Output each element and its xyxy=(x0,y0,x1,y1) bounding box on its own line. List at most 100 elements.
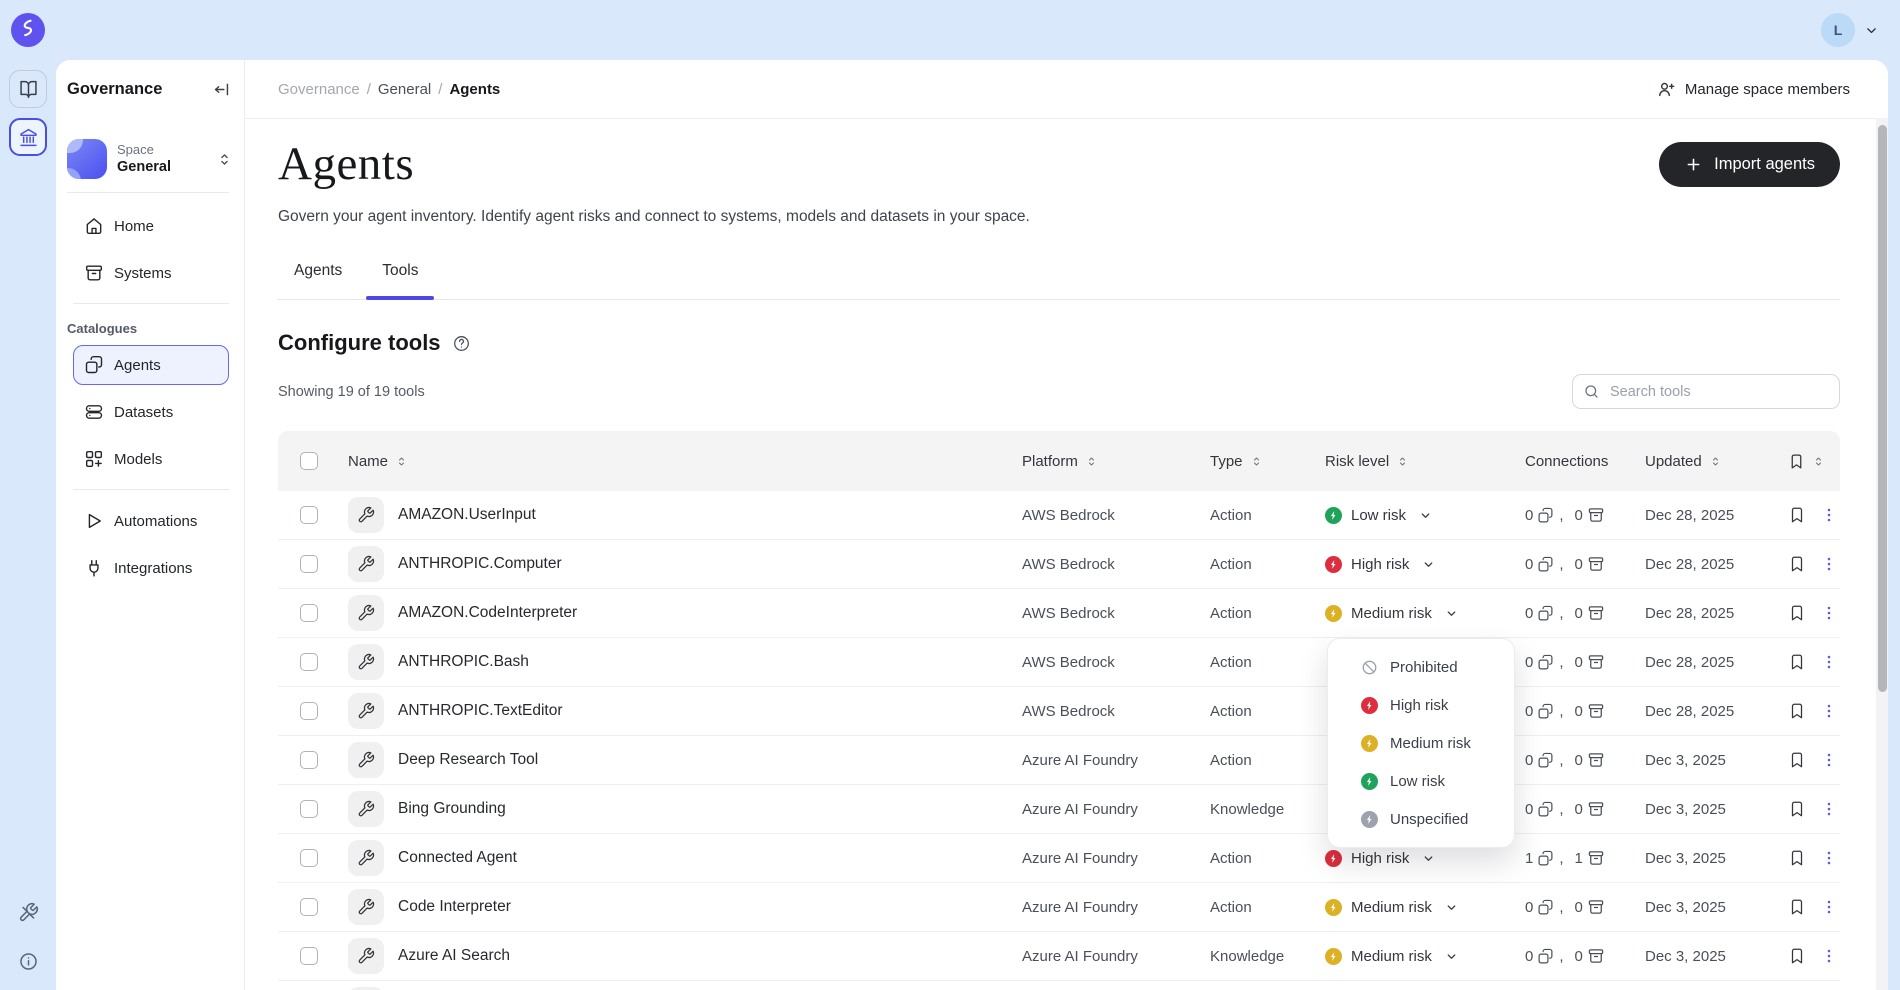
rail-bank-button[interactable] xyxy=(9,118,47,156)
row-menu-button[interactable] xyxy=(1820,506,1838,524)
sidebar-item-automations[interactable]: Automations xyxy=(73,501,229,541)
row-menu-button[interactable] xyxy=(1820,800,1838,818)
bookmark-button[interactable] xyxy=(1788,555,1806,573)
risk-level-selector[interactable]: Medium risk xyxy=(1325,604,1459,622)
systems-connection-icon xyxy=(1587,604,1605,622)
search-icon xyxy=(1583,383,1600,400)
connections-systems-count: 0 xyxy=(1574,751,1583,769)
column-header-platform[interactable]: Platform xyxy=(1005,453,1195,470)
risk-option-medium[interactable]: Medium risk xyxy=(1328,724,1514,762)
connections-systems-count: 0 xyxy=(1574,947,1583,965)
column-header-bookmark[interactable] xyxy=(1755,453,1840,470)
row-menu-button[interactable] xyxy=(1820,555,1838,573)
scrollbar-thumb[interactable] xyxy=(1877,125,1887,692)
risk-level-label: Medium risk xyxy=(1351,898,1432,916)
select-all-checkbox[interactable] xyxy=(300,452,318,470)
column-header-risk-level[interactable]: Risk level xyxy=(1310,453,1505,470)
risk-option-low[interactable]: Low risk xyxy=(1328,762,1514,800)
connections-agents-count: 0 xyxy=(1525,751,1534,769)
manage-members-button[interactable]: Manage space members xyxy=(1657,80,1850,99)
sidebar-item-models[interactable]: Models xyxy=(73,439,229,479)
connections: 0,0 xyxy=(1505,751,1625,769)
tab-tools[interactable]: Tools xyxy=(366,262,435,300)
sidebar-item-agents[interactable]: Agents xyxy=(73,345,229,385)
row-menu-button[interactable] xyxy=(1820,898,1838,916)
help-icon[interactable] xyxy=(452,334,471,353)
risk-level-selector[interactable]: Medium risk xyxy=(1325,898,1459,916)
sidebar-item-integrations[interactable]: Integrations xyxy=(73,548,229,588)
tab-agents[interactable]: Agents xyxy=(278,262,358,300)
connections-agents-count: 0 xyxy=(1525,702,1534,720)
row-menu-button[interactable] xyxy=(1820,751,1838,769)
tool-icon-badge xyxy=(348,546,384,582)
risk-option-label: Unspecified xyxy=(1390,810,1469,828)
tool-name: ANTHROPIC.Bash xyxy=(398,653,529,670)
collapse-sidebar-button[interactable] xyxy=(212,80,231,99)
bookmark-button[interactable] xyxy=(1788,604,1806,622)
risk-option-unspecified[interactable]: Unspecified xyxy=(1328,800,1514,838)
rail-book-button[interactable] xyxy=(9,70,47,108)
row-checkbox[interactable] xyxy=(300,604,318,622)
risk-option-prohibited[interactable]: Prohibited xyxy=(1328,648,1514,686)
risk-medium-icon xyxy=(1325,604,1342,622)
manage-members-label: Manage space members xyxy=(1684,80,1850,98)
bookmark-button[interactable] xyxy=(1788,506,1806,524)
tool-name: ANTHROPIC.TextEditor xyxy=(398,702,563,719)
results-count: Showing 19 of 19 tools xyxy=(278,383,425,400)
sort-icon xyxy=(1250,455,1263,468)
bookmark-button[interactable] xyxy=(1788,800,1806,818)
space-selector[interactable]: Space General xyxy=(67,139,233,179)
tools-icon[interactable] xyxy=(18,902,39,923)
risk-level-selector[interactable]: Low risk xyxy=(1325,506,1433,524)
bookmark-button[interactable] xyxy=(1788,849,1806,867)
risk-level-selector[interactable]: High risk xyxy=(1325,849,1436,867)
chevron-down-icon xyxy=(1444,606,1459,621)
row-menu-button[interactable] xyxy=(1820,702,1838,720)
column-header-type[interactable]: Type xyxy=(1195,453,1310,470)
row-checkbox[interactable] xyxy=(300,947,318,965)
risk-option-high[interactable]: High risk xyxy=(1328,686,1514,724)
risk-level-selector[interactable]: High risk xyxy=(1325,555,1436,573)
row-checkbox[interactable] xyxy=(300,849,318,867)
account-chevron-down-icon[interactable] xyxy=(1863,22,1880,39)
tool-icon-badge xyxy=(348,840,384,876)
row-checkbox[interactable] xyxy=(300,898,318,916)
breadcrumb-separator: / xyxy=(366,80,371,98)
breadcrumb-link[interactable]: General xyxy=(378,81,431,98)
risk-level-selector[interactable]: Medium risk xyxy=(1325,947,1459,965)
bookmark-button[interactable] xyxy=(1788,898,1806,916)
agents-connection-icon xyxy=(1537,703,1554,720)
connections-agents-count: 0 xyxy=(1525,898,1534,916)
row-menu-button[interactable] xyxy=(1820,947,1838,965)
sidebar-item-datasets[interactable]: Datasets xyxy=(73,392,229,432)
column-header-name[interactable]: Name xyxy=(330,453,1005,470)
bookmark-button[interactable] xyxy=(1788,751,1806,769)
row-menu-button[interactable] xyxy=(1820,849,1838,867)
sidebar-item-systems[interactable]: Systems xyxy=(73,253,229,293)
column-header-updated[interactable]: Updated xyxy=(1625,453,1755,470)
import-agents-button[interactable]: Import agents xyxy=(1659,141,1840,187)
sidebar-item-home[interactable]: Home xyxy=(73,206,229,246)
datasets-icon xyxy=(84,402,104,422)
table-header: Name Platform Type Risk level Connections Upd… xyxy=(278,431,1840,491)
bookmark-button[interactable] xyxy=(1788,653,1806,671)
avatar[interactable]: L xyxy=(1821,13,1855,47)
row-checkbox[interactable] xyxy=(300,800,318,818)
search-tools-field[interactable] xyxy=(1572,374,1840,409)
row-checkbox[interactable] xyxy=(300,702,318,720)
row-menu-button[interactable] xyxy=(1820,604,1838,622)
row-checkbox[interactable] xyxy=(300,555,318,573)
topbar: L xyxy=(0,0,1900,60)
bookmark-icon xyxy=(1788,453,1805,470)
breadcrumb-link[interactable]: Governance xyxy=(278,81,360,98)
row-checkbox[interactable] xyxy=(300,751,318,769)
info-icon[interactable] xyxy=(18,951,39,972)
row-menu-button[interactable] xyxy=(1820,653,1838,671)
table-row: AMAZON.CodeInterpreter AWS Bedrock Action M… xyxy=(278,589,1840,638)
bookmark-button[interactable] xyxy=(1788,947,1806,965)
bookmark-button[interactable] xyxy=(1788,702,1806,720)
row-checkbox[interactable] xyxy=(300,653,318,671)
search-tools-input[interactable] xyxy=(1608,382,1829,401)
comma: , xyxy=(1559,849,1564,867)
row-checkbox[interactable] xyxy=(300,506,318,524)
